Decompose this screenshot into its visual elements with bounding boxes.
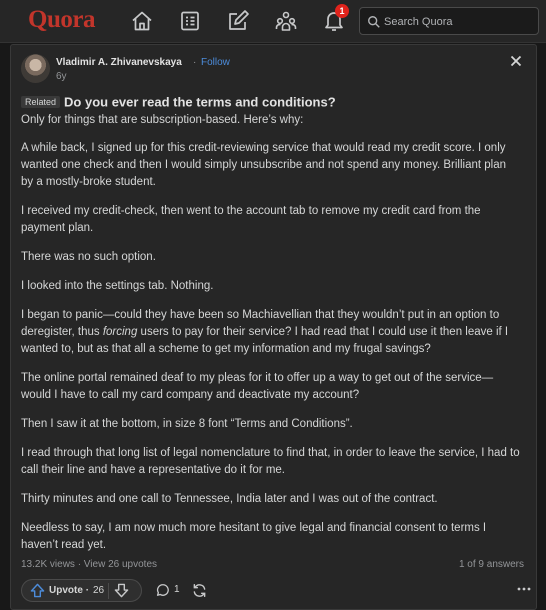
upvote-label: Upvote · [49, 585, 89, 596]
spaces-icon[interactable] [274, 9, 298, 33]
answer-paragraph: I received my credit-check, then went to… [21, 205, 481, 234]
answer-position: 1 of 9 answers [458, 559, 524, 570]
more-icon[interactable] [517, 582, 531, 596]
following-icon[interactable] [178, 9, 202, 33]
answer-paragraph: Needless to say, I am now much more hesi… [21, 522, 487, 551]
search-box[interactable] [359, 7, 539, 35]
search-icon [368, 16, 380, 28]
notification-badge: 1 [335, 4, 349, 18]
answer-paragraph: The online portal remained deaf to my pl… [21, 372, 494, 401]
related-tag: Related [21, 95, 61, 108]
upvote-count: 26 [93, 585, 105, 596]
comment-icon[interactable] [156, 583, 170, 597]
answer-paragraph: Thirty minutes and one call to Tennessee… [21, 493, 438, 505]
share-icon[interactable] [192, 583, 207, 598]
answer-paragraph: There was no such option. [21, 251, 156, 263]
upvote-separator: · [85, 585, 90, 596]
answer-paragraph: A while back, I signed up for this credi… [21, 142, 506, 188]
post-age: 6y [56, 71, 67, 82]
close-icon[interactable] [509, 54, 523, 68]
downvote-button[interactable] [114, 583, 130, 599]
question-row: Related Do you ever read the terms and co… [21, 93, 336, 111]
answer-icon[interactable] [226, 9, 250, 33]
avatar[interactable] [21, 54, 50, 83]
vote-pill: Upvote · 26 [21, 579, 142, 602]
quora-logo[interactable]: Quora [28, 6, 95, 34]
comment-count: 1 [174, 584, 180, 595]
home-icon[interactable] [130, 9, 154, 33]
question-title[interactable]: Do you ever read the terms and condition… [64, 94, 336, 109]
downvote-icon [114, 583, 129, 598]
answer-paragraph: Then I saw it at the bottom, in size 8 f… [21, 418, 353, 430]
separator: · [193, 57, 197, 68]
answer-body: Only for things that are subscription-ba… [21, 112, 521, 566]
search-input[interactable] [382, 11, 536, 33]
emphasis-text: forcing [102, 326, 138, 338]
follow-button[interactable]: Follow [201, 57, 230, 68]
answer-paragraph: I read through that long list of legal n… [21, 447, 520, 476]
answer-paragraph: Only for things that are subscription-ba… [21, 114, 304, 126]
upvote-icon [30, 583, 45, 598]
answer-paragraph: I looked into the settings tab. Nothing. [21, 280, 214, 292]
answer-paragraph: I began to panic—could they have been so… [21, 307, 521, 358]
answer-card: Vladimir A. Zhivanevskaya · Follow 6y Re… [10, 44, 537, 610]
author-name[interactable]: Vladimir A. Zhivanevskaya [56, 57, 182, 68]
view-stats[interactable]: 13.2K views · View 26 upvotes [21, 559, 157, 570]
upvote-text: Upvote [49, 585, 83, 596]
vote-divider [108, 583, 109, 599]
top-navigation-bar: Quora 1 [0, 0, 546, 43]
